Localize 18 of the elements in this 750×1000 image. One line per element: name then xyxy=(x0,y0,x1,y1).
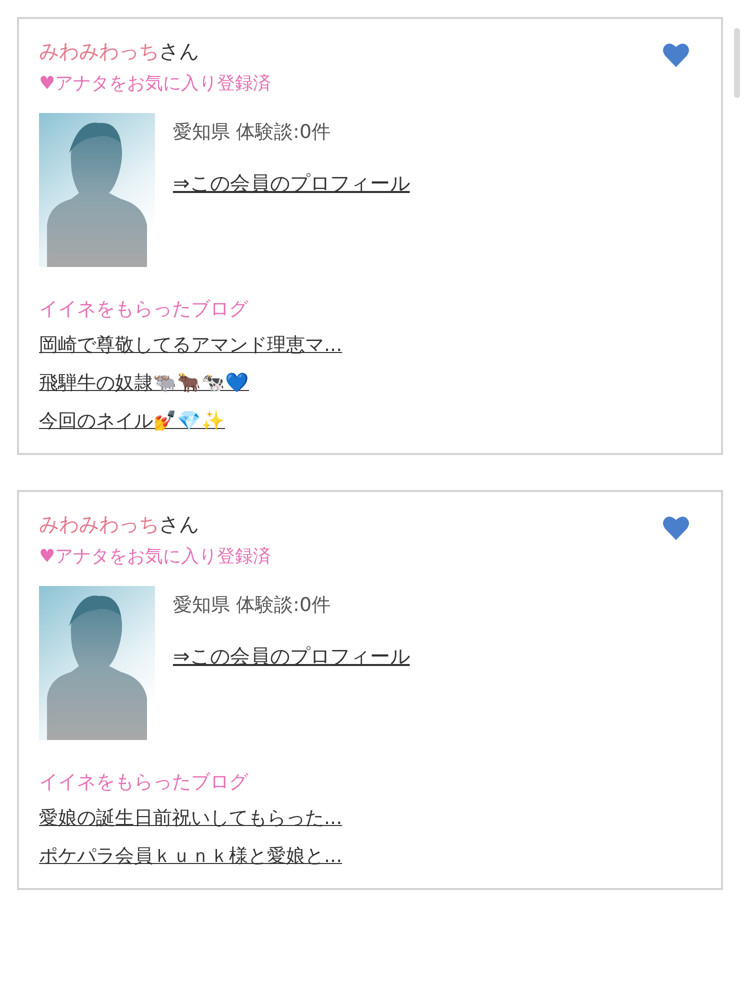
blog-link[interactable]: 岡崎で尊敬してるアマンド理恵マ... xyxy=(39,331,342,359)
favorite-status: ♥アナタをお気に入り登録済 xyxy=(39,72,272,96)
scrollbar[interactable] xyxy=(734,28,740,98)
member-info: 愛知県 体験談:0件 xyxy=(173,120,332,145)
profile-link[interactable]: ⇒この会員のプロフィール xyxy=(173,642,410,670)
profile-link[interactable]: ⇒この会員のプロフィール xyxy=(173,169,410,197)
blog-link[interactable]: 愛娘の誕生日前祝いしてもらった... xyxy=(39,804,342,832)
honorific-text: さん xyxy=(159,511,199,538)
section-heading: イイネをもらったブログ xyxy=(39,297,250,322)
heart-icon[interactable] xyxy=(663,516,689,540)
blog-link[interactable]: 飛騨牛の奴隷🐃🐂🐄💙 xyxy=(39,369,249,397)
blog-link[interactable]: ポケパラ会員ｋｕｎｋ様と愛娘と... xyxy=(39,842,342,870)
blog-link[interactable]: 今回のネイル💅💎✨ xyxy=(39,407,225,435)
member-info: 愛知県 体験談:0件 xyxy=(173,593,332,618)
section-heading: イイネをもらったブログ xyxy=(39,770,250,795)
honorific-text: さん xyxy=(159,38,199,65)
heart-icon[interactable] xyxy=(663,43,689,67)
favorite-status: ♥アナタをお気に入り登録済 xyxy=(39,545,272,569)
